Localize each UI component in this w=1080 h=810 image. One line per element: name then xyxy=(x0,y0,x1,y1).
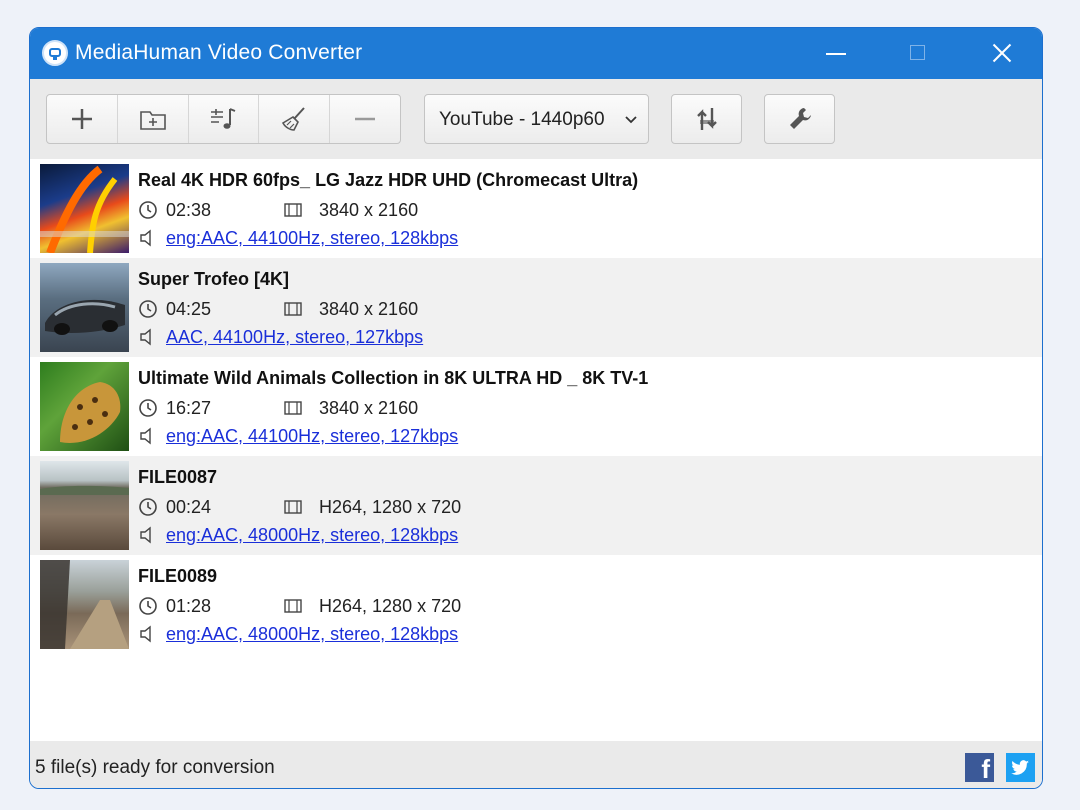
music-list-icon xyxy=(211,108,236,129)
file-duration: 04:25 xyxy=(166,299,212,319)
film-icon xyxy=(284,599,302,613)
settings-button[interactable] xyxy=(764,94,835,144)
file-resolution: H264, 1280 x 720 xyxy=(319,596,462,616)
chevron-down-icon xyxy=(625,116,637,124)
file-duration: 02:38 xyxy=(166,200,212,220)
file-duration: 16:27 xyxy=(166,398,212,418)
clock-icon xyxy=(139,597,157,615)
film-icon xyxy=(284,302,302,316)
speaker-icon xyxy=(140,328,151,346)
file-list[interactable]: Real 4K HDR 60fps_ LG Jazz HDR UHD (Chro… xyxy=(30,159,1042,741)
file-duration: 00:24 xyxy=(166,497,212,517)
app-window: MediaHuman Video Converter YouTube - 144… xyxy=(29,27,1043,789)
speaker-icon xyxy=(140,229,151,247)
audio-track-link[interactable]: eng:AAC, 44100Hz, stereo, 127kbps xyxy=(166,426,458,447)
file-resolution: 3840 x 2160 xyxy=(319,398,419,418)
file-title: FILE0089 xyxy=(138,566,218,586)
output-format-value: YouTube - 1440p60 xyxy=(439,109,605,130)
speaker-icon xyxy=(140,427,151,445)
minimize-button[interactable] xyxy=(802,28,872,79)
close-button[interactable] xyxy=(966,28,1036,79)
minus-icon xyxy=(355,117,376,121)
convert-button[interactable] xyxy=(671,94,742,144)
video-thumbnail xyxy=(40,263,129,352)
film-icon xyxy=(284,500,302,514)
audio-track-link[interactable]: eng:AAC, 48000Hz, stereo, 128kbps xyxy=(166,525,458,546)
video-thumbnail xyxy=(40,560,129,649)
maximize-button[interactable] xyxy=(883,28,953,79)
toolbar-button-group xyxy=(46,94,401,144)
file-resolution: H264, 1280 x 720 xyxy=(319,497,462,517)
file-title: Ultimate Wild Animals Collection in 8K U… xyxy=(138,368,649,388)
file-duration: 01:28 xyxy=(166,596,212,616)
audio-track-link[interactable]: eng:AAC, 44100Hz, stereo, 128kbps xyxy=(166,228,458,249)
speaker-icon xyxy=(140,625,151,643)
video-thumbnail xyxy=(40,362,129,451)
toolbar: YouTube - 1440p60 xyxy=(30,79,1042,159)
file-title: Real 4K HDR 60fps_ LG Jazz HDR UHD (Chro… xyxy=(138,170,639,190)
twitter-icon[interactable] xyxy=(1006,753,1035,782)
file-row[interactable]: Real 4K HDR 60fps_ LG Jazz HDR UHD (Chro… xyxy=(30,159,1042,258)
plus-icon xyxy=(71,109,92,129)
clock-icon xyxy=(139,300,157,318)
file-resolution: 3840 x 2160 xyxy=(319,200,419,220)
add-files-button[interactable] xyxy=(47,95,118,143)
status-bar: 5 file(s) ready for conversion f xyxy=(30,741,1042,788)
facebook-icon[interactable]: f xyxy=(965,753,994,784)
file-row[interactable]: Ultimate Wild Animals Collection in 8K U… xyxy=(30,357,1042,456)
file-row[interactable]: FILE0087 00:24 H264, 1280 x 720 eng:AAC,… xyxy=(30,456,1042,555)
file-row[interactable]: Super Trofeo [4K] 04:25 3840 x 2160 AAC,… xyxy=(30,258,1042,357)
speaker-icon xyxy=(140,526,151,544)
clear-list-button[interactable] xyxy=(259,95,331,143)
file-title: FILE0087 xyxy=(138,467,218,487)
window-title: MediaHuman Video Converter xyxy=(75,41,363,64)
clock-icon xyxy=(139,399,157,417)
add-folder-button[interactable] xyxy=(118,95,189,143)
title-bar[interactable]: MediaHuman Video Converter xyxy=(30,28,1042,79)
audio-track-link[interactable]: AAC, 44100Hz, stereo, 127kbps xyxy=(166,327,423,348)
folder-plus-icon xyxy=(139,111,166,130)
remove-item-button[interactable] xyxy=(330,95,400,143)
film-icon xyxy=(284,401,302,415)
app-logo-icon xyxy=(42,40,68,66)
convert-arrows-icon xyxy=(696,108,717,130)
status-text: 5 file(s) ready for conversion xyxy=(35,757,275,778)
clock-icon xyxy=(139,498,157,516)
film-icon xyxy=(284,203,302,217)
file-resolution: 3840 x 2160 xyxy=(319,299,419,319)
video-thumbnail xyxy=(40,164,129,253)
file-row[interactable]: FILE0089 01:28 H264, 1280 x 720 eng:AAC,… xyxy=(30,555,1042,654)
broom-icon xyxy=(282,107,306,131)
output-format-select[interactable]: YouTube - 1440p60 xyxy=(424,94,649,144)
video-thumbnail xyxy=(40,461,129,550)
audio-track-link[interactable]: eng:AAC, 48000Hz, stereo, 128kbps xyxy=(166,624,458,645)
file-title: Super Trofeo [4K] xyxy=(138,269,290,289)
wrench-icon xyxy=(789,108,811,129)
add-audio-track-button[interactable] xyxy=(189,95,260,143)
clock-icon xyxy=(139,201,157,219)
